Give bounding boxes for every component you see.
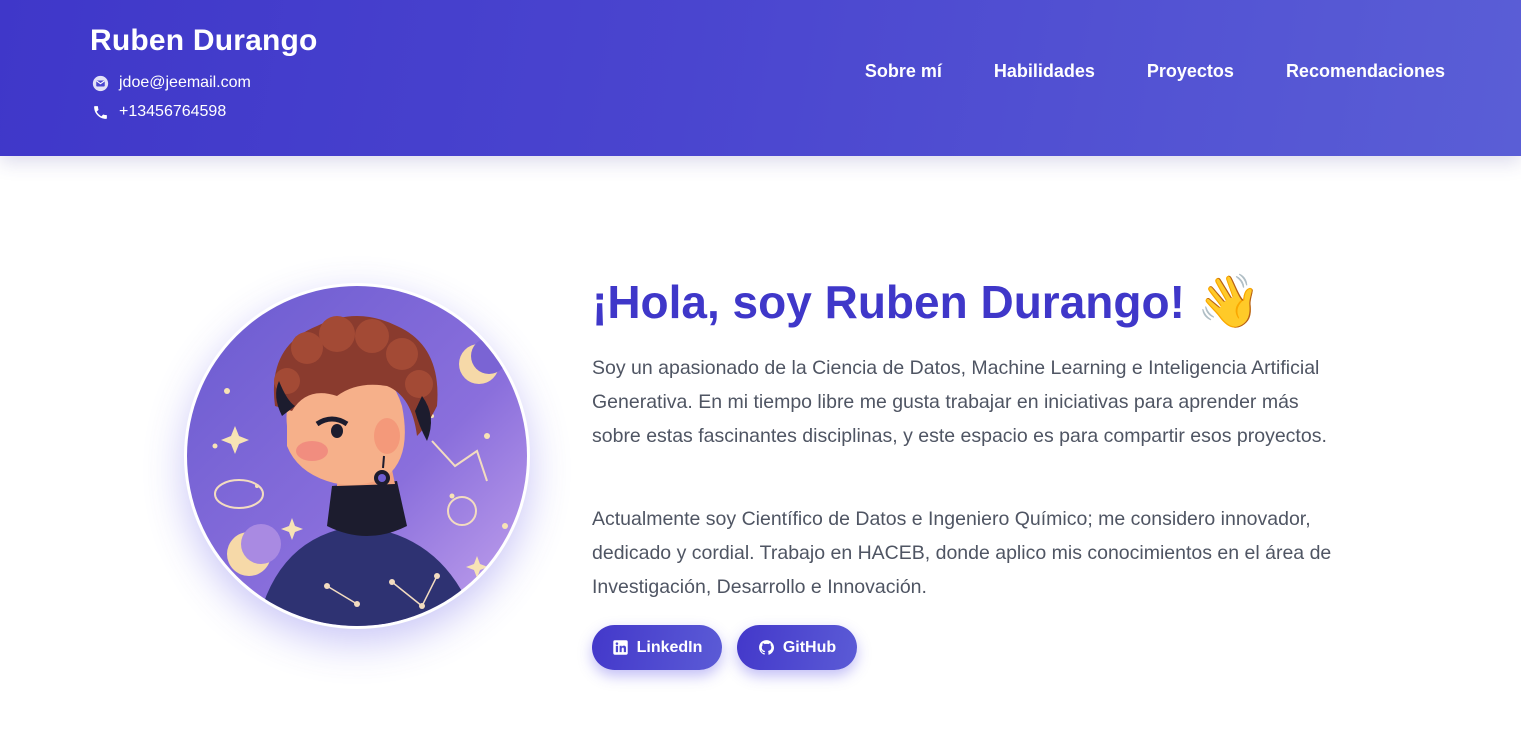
github-button[interactable]: GitHub (737, 625, 857, 670)
nav-item-sobre-mi[interactable]: Sobre mí (865, 61, 942, 82)
greeting-text: ¡Hola, soy Ruben Durango! (592, 276, 1185, 328)
phone-text: +13456764598 (119, 103, 227, 120)
nav-item-habilidades[interactable]: Habilidades (994, 61, 1095, 82)
linkedin-button-label: LinkedIn (636, 638, 703, 656)
nav-item-recomendaciones[interactable]: Recomendaciones (1286, 61, 1445, 82)
github-icon (758, 639, 775, 656)
site-header: Ruben Durango jdoe@jeemail.com +13456764… (0, 0, 1521, 156)
nav-item-proyectos[interactable]: Proyectos (1147, 61, 1234, 82)
current-role-paragraph: Actualmente soy Científico de Datos e In… (592, 508, 1332, 598)
phone-contact[interactable]: +13456764598 (92, 101, 226, 123)
intro-paragraph: Soy un apasionado de la Ciencia de Datos… (592, 357, 1327, 447)
site-owner-name: Ruben Durango (90, 24, 318, 57)
phone-icon (92, 104, 109, 121)
linkedin-button[interactable]: LinkedIn (592, 625, 722, 670)
hero-greeting: ¡Hola, soy Ruben Durango! 👋 (592, 270, 1262, 334)
waving-hand-icon: 👋 (1196, 273, 1262, 331)
profile-avatar (184, 283, 530, 629)
linkedin-icon (612, 639, 629, 656)
email-icon (92, 75, 109, 92)
email-contact[interactable]: jdoe@jeemail.com (92, 72, 251, 94)
github-button-label: GitHub (782, 638, 837, 656)
main-nav: Sobre mí Habilidades Proyectos Recomenda… (865, 61, 1445, 82)
email-text: jdoe@jeemail.com (119, 74, 251, 91)
avatar-illustration (187, 286, 527, 626)
